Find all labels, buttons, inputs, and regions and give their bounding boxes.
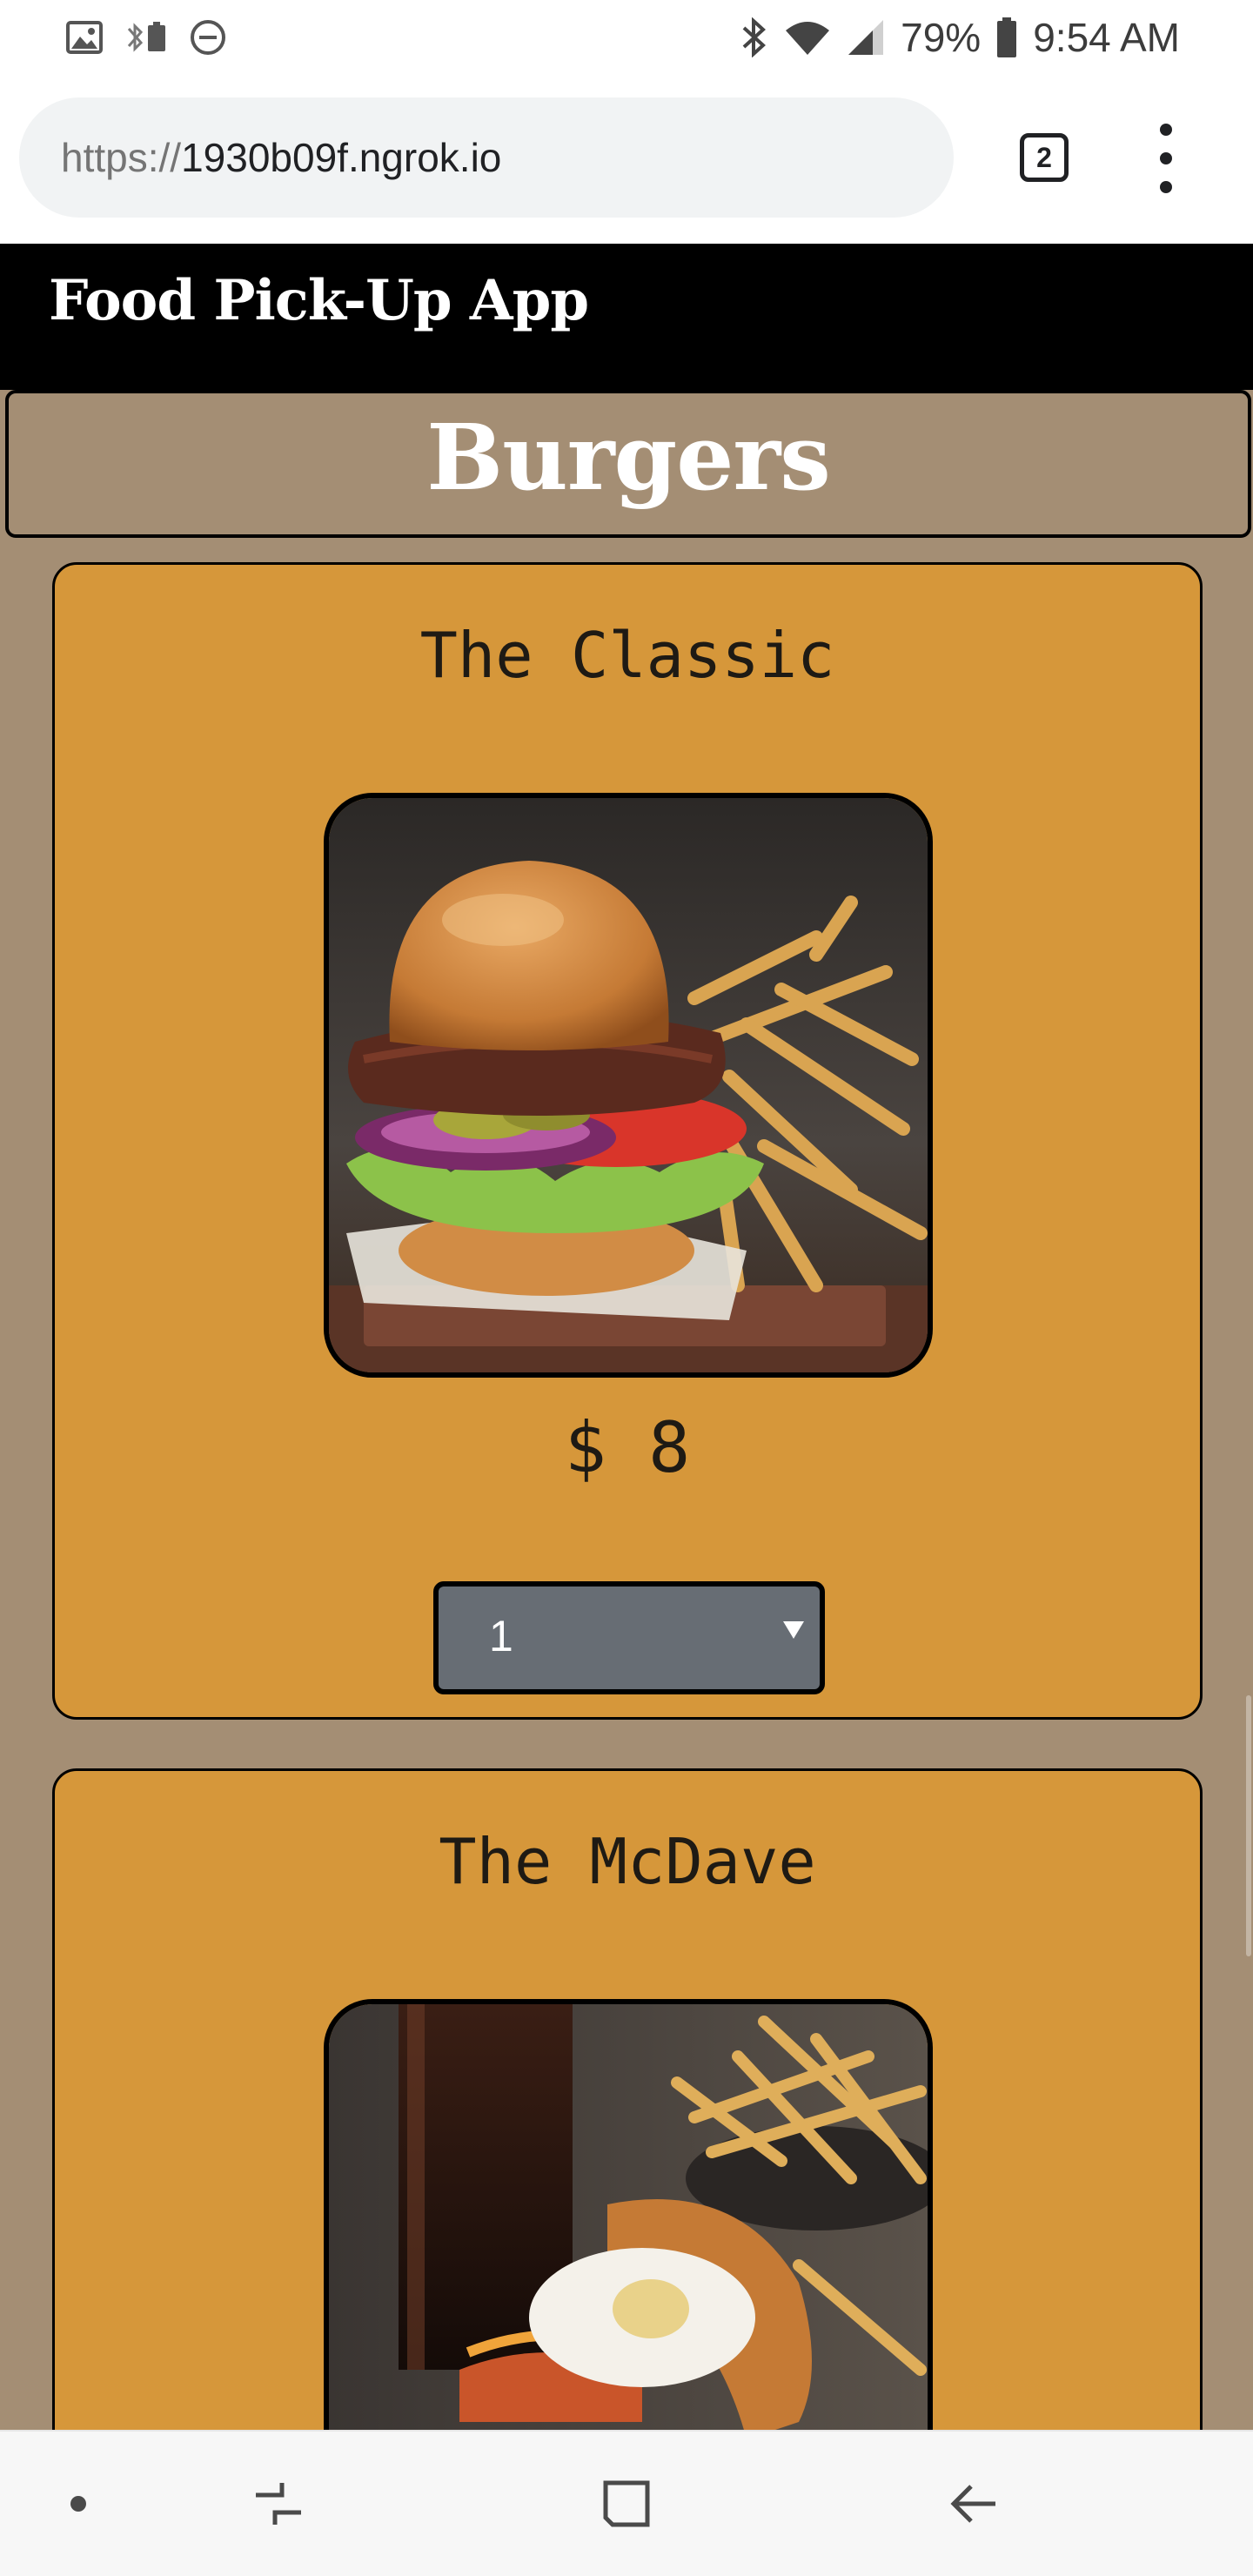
back-icon[interactable] [931, 2432, 1018, 2576]
url-host: 1930b09f.ngrok.io [181, 135, 502, 180]
do-not-disturb-icon [190, 19, 226, 56]
status-bar: 79% 9:54 AM [0, 0, 1253, 75]
item-price: $ 8 [564, 1407, 691, 1488]
menu-page: Burgers The Classic $ 8 1 The McDave [0, 390, 1253, 2430]
system-nav-bar [0, 2430, 1253, 2576]
gallery-icon [66, 21, 103, 54]
item-name: The McDave [439, 1825, 816, 1898]
app-title: Food Pick-Up App [49, 268, 589, 333]
category-title: Burgers [426, 404, 831, 511]
home-icon[interactable] [583, 2432, 670, 2576]
address-bar[interactable]: https:// 1930b09f.ngrok.io [19, 97, 954, 218]
clock: 9:54 AM [1033, 15, 1180, 60]
more-vert-icon[interactable] [1149, 124, 1183, 193]
recents-icon[interactable] [235, 2432, 322, 2576]
dropdown-caret-icon [783, 1621, 804, 1639]
status-icons-left [66, 17, 226, 57]
scrollbar[interactable] [1246, 1695, 1251, 1956]
menu-item-card: The Classic $ 8 1 [52, 562, 1203, 1720]
battery-icon [996, 17, 1017, 57]
tab-switcher-button[interactable]: 2 [1020, 133, 1069, 182]
item-name: The Classic [419, 619, 835, 692]
browser-toolbar: https:// 1930b09f.ngrok.io 2 [0, 75, 1253, 244]
category-header: Burgers [5, 390, 1251, 538]
quantity-select[interactable]: 1 [433, 1581, 825, 1694]
status-icons-right: 79% 9:54 AM [739, 12, 1180, 63]
menu-item-card: The McDave [52, 1768, 1203, 2430]
signal-icon [847, 18, 885, 57]
battery-percent: 79% [901, 15, 982, 60]
bluetooth-battery-icon [122, 20, 171, 55]
nav-dot-icon[interactable] [52, 2432, 104, 2576]
app-header: Food Pick-Up App [0, 244, 1253, 390]
bluetooth-icon [739, 17, 768, 57]
wifi-icon [784, 18, 831, 57]
burger-with-fries-photo [324, 793, 933, 1378]
url-scheme: https:// [61, 135, 182, 180]
burger-with-egg-and-fries-photo [324, 1999, 933, 2430]
quantity-value: 1 [489, 1612, 513, 1660]
